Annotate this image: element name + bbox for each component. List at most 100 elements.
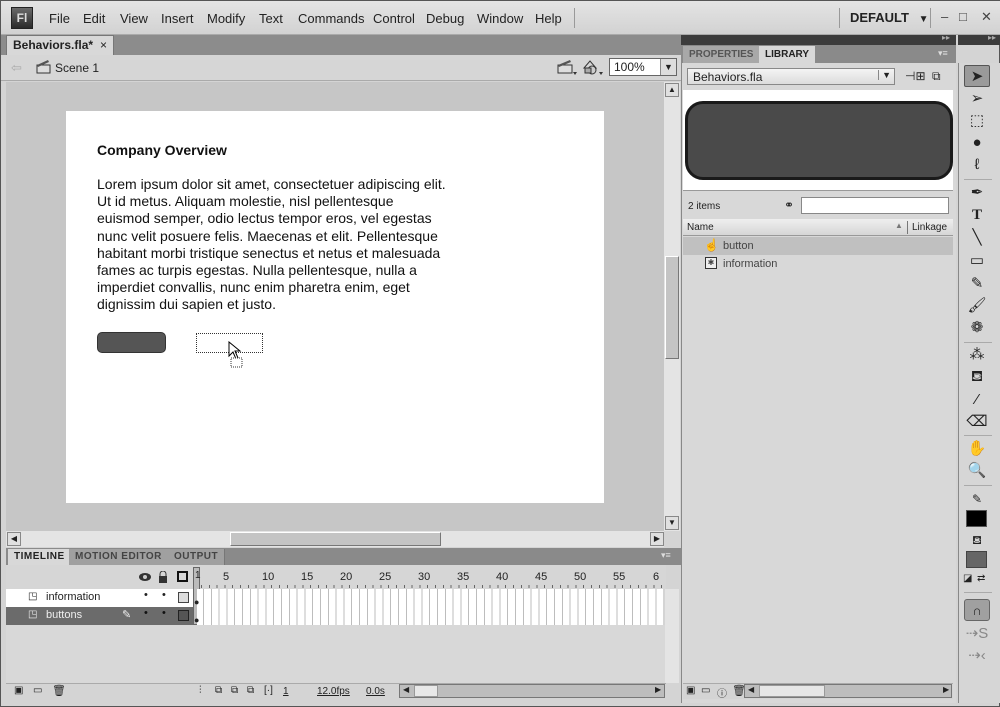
smooth-icon[interactable]: ⇢S [964,623,990,645]
edit-scene-icon[interactable] [557,58,577,76]
close-tab-icon[interactable]: × [100,38,107,52]
timeline-vertical-scrollbar[interactable] [665,589,679,683]
scroll-left-arrow[interactable]: ◀ [7,532,21,546]
onion-outlines-icon[interactable]: ⧉ [231,685,238,696]
deco-tool-icon[interactable]: ❁ [964,317,990,339]
workspace-switcher[interactable]: DEFAULT ▼ [850,10,929,25]
3d-rotation-tool-icon[interactable]: ● [964,132,990,154]
lasso-tool-icon[interactable]: ℓ [964,154,990,176]
subselection-tool-icon[interactable]: ➢ [964,88,990,110]
pencil-tool-icon[interactable]: ✎ [964,273,990,295]
menu-debug[interactable]: Debug [426,11,464,26]
scroll-right-arrow[interactable]: ▶ [650,532,664,546]
library-search-input[interactable] [801,197,949,214]
menu-control[interactable]: Control [373,11,415,26]
paint-bucket-tool-icon[interactable]: ⛾ [964,366,990,388]
new-library-panel-icon[interactable]: ⧉ [932,69,941,84]
lock-dot[interactable]: • [162,607,166,619]
brush-tool-icon[interactable]: 🖌 [964,295,990,317]
menu-commands[interactable]: Commands [298,11,364,26]
pin-library-icon[interactable]: ⊣⊞ [905,69,926,83]
lock-dot[interactable]: • [162,589,166,601]
minimize-button[interactable]: – [941,9,948,24]
timeline-scroll-thumb[interactable] [414,685,438,697]
scene-label[interactable]: Scene 1 [55,61,99,75]
keyframe-marker[interactable]: ● [194,615,199,625]
rectangle-tool-icon[interactable]: ▭ [964,250,990,272]
new-symbol-icon[interactable]: ▣ [686,685,695,696]
current-frame[interactable]: 1 [283,686,289,697]
fill-color-swatch[interactable] [966,551,987,568]
layer-row-information[interactable]: ◳ information • • [6,589,193,607]
pen-tool-icon[interactable]: ✒ [964,182,990,204]
library-item-information[interactable]: ✱ information [683,255,953,273]
library-document-select[interactable]: Behaviors.fla ▼ [687,68,895,85]
menu-file[interactable]: File [49,11,70,26]
eye-icon[interactable] [138,572,152,582]
frame-row-information[interactable] [197,589,663,607]
eyedropper-tool-icon[interactable]: ⁄ [964,389,990,411]
sort-ascending-icon[interactable]: ▲ [895,221,903,230]
lock-icon[interactable] [158,571,168,583]
new-folder-icon[interactable]: ▭ [701,685,710,696]
tab-library[interactable]: LIBRARY [759,46,816,63]
close-window-button[interactable]: ✕ [981,9,992,25]
panel-menu-icon[interactable]: ▾≡ [938,48,948,59]
frame-rate[interactable]: 12.0fps [317,686,350,697]
scroll-right-arrow[interactable]: ▶ [655,685,661,694]
scroll-right-arrow[interactable]: ▶ [943,685,949,694]
tab-timeline[interactable]: TIMELINE [8,549,72,565]
text-tool-icon[interactable]: T [964,204,990,226]
new-layer-icon[interactable]: ▣ [14,685,23,696]
swap-colors-icon[interactable]: ⇄ [977,573,985,584]
horizontal-scroll-thumb[interactable] [230,532,441,546]
zoom-select[interactable]: 100% ▼ [609,58,677,76]
menu-help[interactable]: Help [535,11,562,26]
stage-heading[interactable]: Company Overview [97,142,227,158]
menu-edit[interactable]: Edit [83,11,105,26]
button-instance[interactable] [97,332,166,353]
onion-skin-icon[interactable]: ⧉ [215,685,222,696]
tab-motion-editor[interactable]: MOTION EDITOR [69,549,169,565]
scroll-up-arrow[interactable]: ▲ [665,83,679,97]
library-item-button[interactable]: ☝ button [683,237,953,255]
vertical-scroll-thumb[interactable] [665,256,679,359]
eraser-tool-icon[interactable]: ⌫ [964,411,990,433]
layer-row-buttons[interactable]: ◳ buttons ✎ • • [6,607,193,625]
menu-modify[interactable]: Modify [207,11,245,26]
edit-multiple-frames-icon[interactable]: ⧉ [247,685,254,696]
center-frame-icon[interactable]: ⫶ [199,685,202,696]
tab-output[interactable]: OUTPUT [168,549,226,565]
column-linkage[interactable]: Linkage [912,222,947,233]
new-folder-icon[interactable]: ▭ [33,685,42,696]
zoom-tool-icon[interactable]: 🔍 [964,460,990,482]
visibility-dot[interactable]: • [144,607,148,619]
outline-icon[interactable] [177,571,188,582]
hand-tool-icon[interactable]: ✋ [964,438,990,460]
properties-icon[interactable]: ⓘ [717,685,727,700]
modify-onion-markers-icon[interactable]: [·] [264,685,273,696]
free-transform-tool-icon[interactable]: ⬚ [964,110,990,132]
maximize-button[interactable]: □ [959,9,967,24]
scroll-left-arrow[interactable]: ◀ [403,685,409,694]
stroke-color-swatch[interactable] [966,510,987,527]
column-name[interactable]: Name [687,222,714,233]
trash-icon[interactable]: 🗑 [52,684,66,697]
default-colors-icon[interactable]: ◪ [963,573,972,584]
menu-text[interactable]: Text [259,11,283,26]
edit-symbols-icon[interactable] [582,58,604,76]
frame-row-buttons[interactable] [197,607,663,625]
line-tool-icon[interactable]: ╲ [964,227,990,249]
stage-body-text[interactable]: Lorem ipsum dolor sit amet, consectetuer… [97,176,447,314]
scroll-left-arrow[interactable]: ◀ [748,685,754,694]
library-scroll-thumb[interactable] [759,685,825,697]
document-tab[interactable]: Behaviors.fla* × [6,35,114,55]
menu-view[interactable]: View [120,11,148,26]
menu-window[interactable]: Window [477,11,523,26]
straighten-icon[interactable]: ⇢‹ [964,645,990,667]
scroll-down-arrow[interactable]: ▼ [665,516,679,530]
menu-insert[interactable]: Insert [161,11,194,26]
panel-menu-icon[interactable]: ▾≡ [661,550,671,561]
visibility-dot[interactable]: • [144,589,148,601]
back-arrow-icon[interactable]: ⇦ [11,60,22,76]
